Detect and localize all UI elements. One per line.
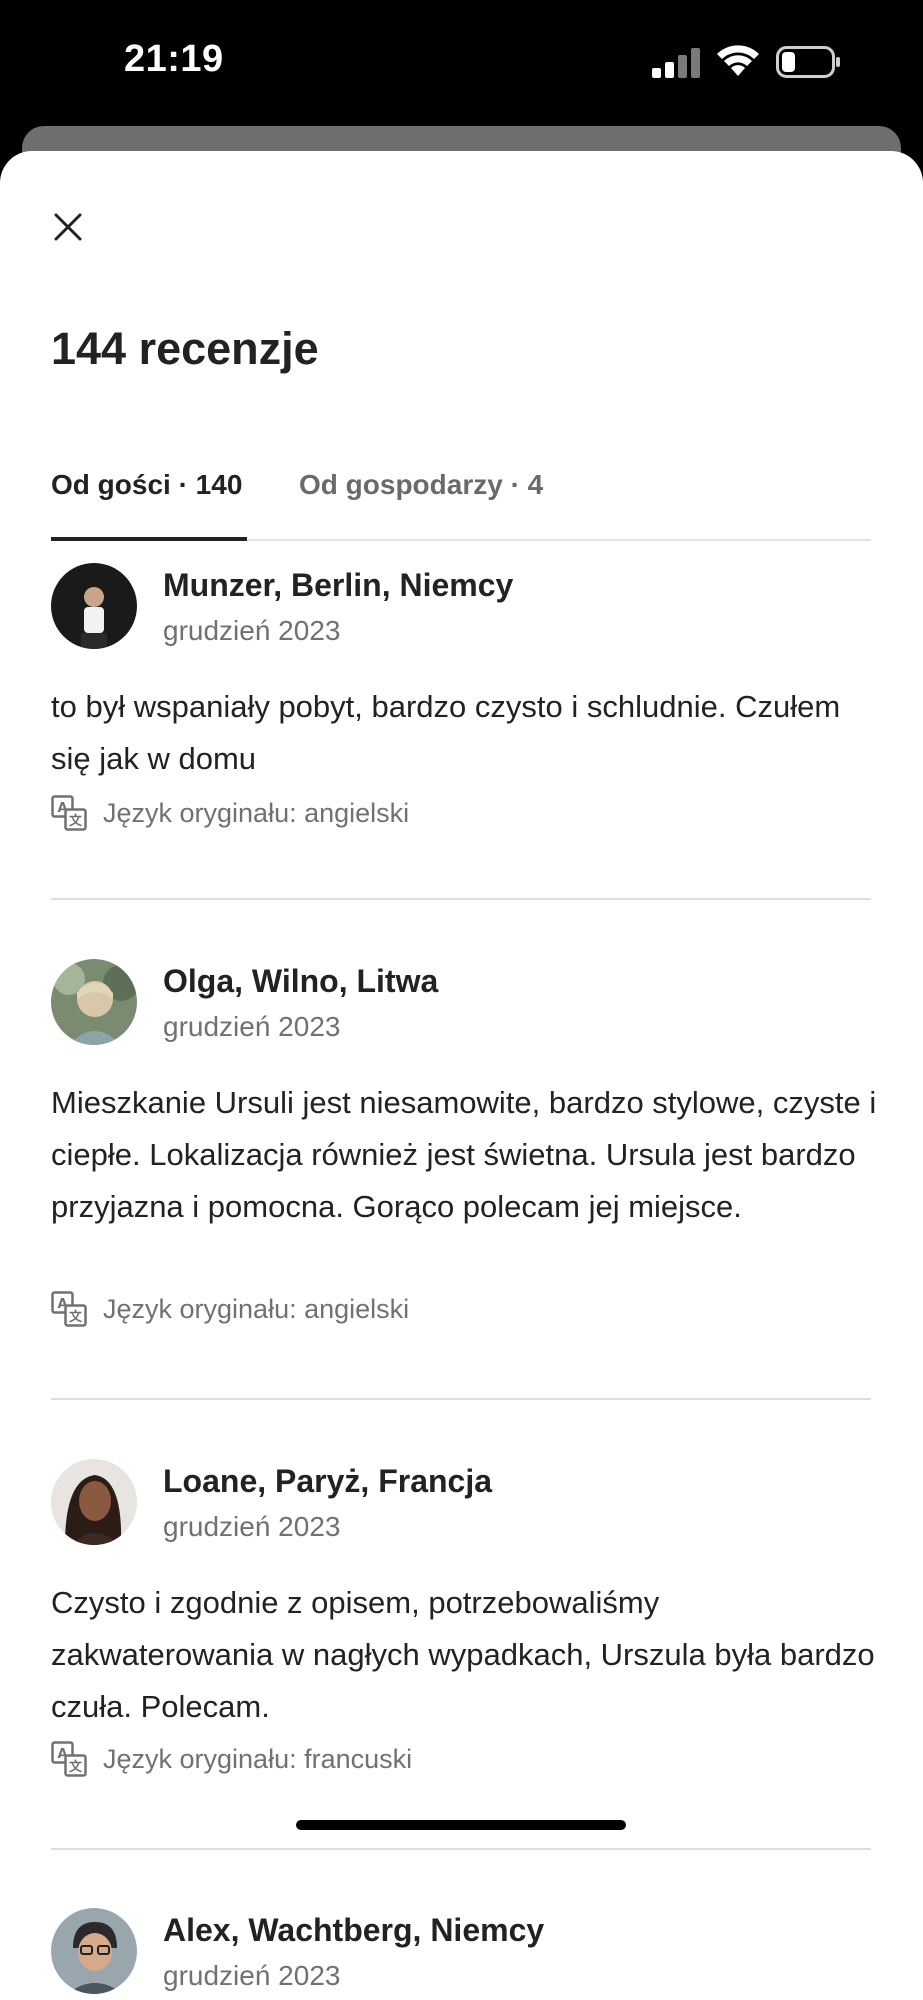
original-language-row[interactable]: A 文 Język oryginału: francuski — [51, 1741, 412, 1777]
close-icon — [54, 213, 82, 241]
svg-text:文: 文 — [69, 1759, 83, 1775]
avatar[interactable] — [51, 1459, 137, 1545]
reviewer-name: Munzer, Berlin, Niemcy — [163, 567, 514, 603]
reviewer-name: Olga, Wilno, Litwa — [163, 963, 439, 999]
cellular-signal-icon — [652, 48, 700, 78]
review-text: Mieszkanie Ursuli jest niesamowite, bard… — [51, 1085, 877, 1224]
review-item: Olga, Wilno, Litwa grudzień 2023 Mieszka… — [51, 959, 876, 1327]
translate-icon: A 文 — [51, 1741, 87, 1777]
wifi-icon — [717, 45, 759, 76]
active-tab-indicator — [51, 537, 247, 541]
translate-icon: A 文 — [51, 1291, 87, 1327]
battery-icon — [776, 46, 840, 78]
original-language-label: Język oryginału: francuski — [103, 1743, 413, 1774]
avatar[interactable] — [51, 1908, 137, 1994]
home-indicator[interactable] — [296, 1820, 626, 1830]
tab-from-guests[interactable]: Od gości · 140 — [51, 469, 242, 527]
avatar[interactable] — [51, 563, 137, 649]
original-language-row[interactable]: A 文 Język oryginału: angielski — [51, 795, 409, 831]
review-item: Loane, Paryż, Francja grudzień 2023 Czys… — [51, 1459, 875, 1777]
review-date: grudzień 2023 — [163, 1011, 341, 1042]
svg-text:文: 文 — [69, 1309, 83, 1325]
status-time: 21:19 — [124, 38, 224, 80]
original-language-label: Język oryginału: angielski — [103, 797, 410, 828]
review-item: Munzer, Berlin, Niemcy grudzień 2023 to … — [51, 563, 871, 831]
divider — [51, 1848, 871, 1850]
reviewer-name: Loane, Paryż, Francja — [163, 1463, 493, 1499]
review-text: to był wspaniały pobyt, bardzo czysto i … — [51, 689, 841, 776]
page-title: 144 recenzje — [51, 323, 319, 374]
translate-icon: A 文 — [51, 795, 87, 831]
tab-from-hosts[interactable]: Od gospodarzy · 4 — [299, 469, 543, 501]
review-tabs: Od gości · 140 Od gospodarzy · 4 — [51, 449, 871, 541]
reviews-sheet: 144 recenzje Od gości · 140 Od gospodarz… — [0, 151, 923, 2000]
status-bar: 21:19 — [0, 0, 923, 120]
avatar[interactable] — [51, 959, 137, 1045]
review-text: Czysto i zgodnie z opisem, potrzebowaliś… — [51, 1585, 875, 1724]
original-language-label: Język oryginału: angielski — [103, 1293, 410, 1324]
original-language-row[interactable]: A 文 Język oryginału: angielski — [51, 1291, 409, 1327]
close-button[interactable] — [44, 203, 92, 251]
review-item: Alex, Wachtberg, Niemcy grudzień 2023 — [51, 1908, 871, 2000]
divider — [51, 1398, 871, 1400]
svg-text:文: 文 — [69, 813, 83, 829]
divider — [51, 898, 871, 900]
reviewer-name: Alex, Wachtberg, Niemcy — [163, 1912, 545, 1948]
review-date: grudzień 2023 — [163, 1511, 341, 1542]
review-date: grudzień 2023 — [163, 1960, 341, 1991]
review-date: grudzień 2023 — [163, 615, 341, 646]
